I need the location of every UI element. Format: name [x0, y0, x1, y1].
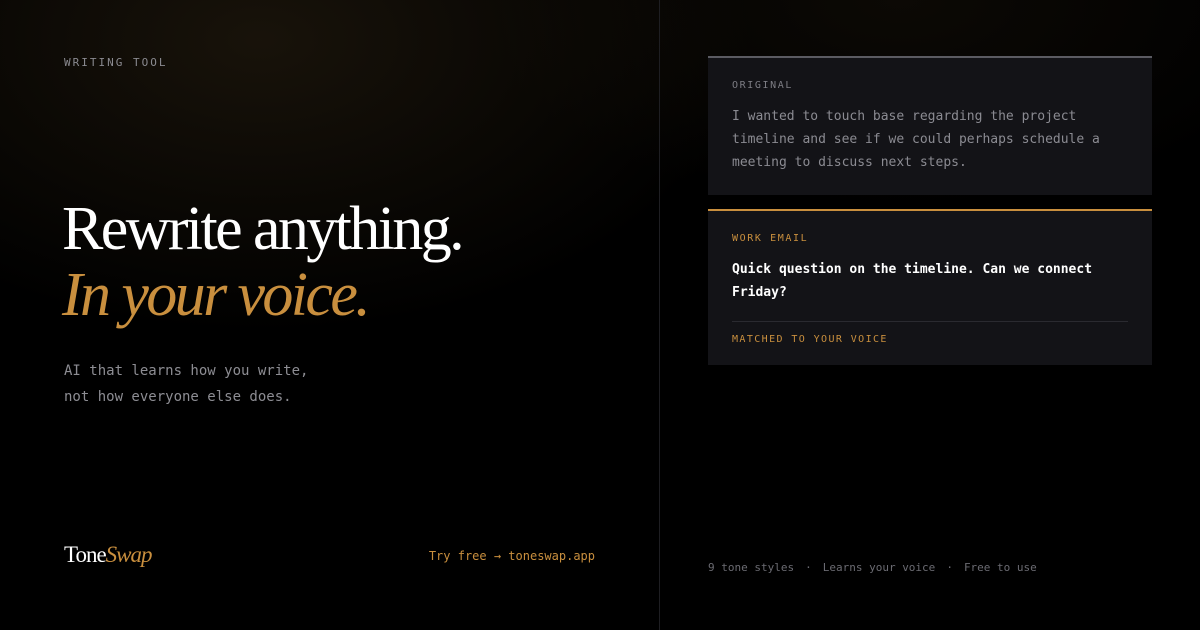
brand-logo[interactable]: ToneSwap	[64, 542, 152, 568]
original-text-card: ORIGINAL I wanted to touch base regardin…	[708, 56, 1152, 195]
feature-separator: ·	[805, 561, 812, 574]
feature-separator: ·	[946, 561, 953, 574]
card-divider	[732, 321, 1128, 322]
original-card-label: ORIGINAL	[732, 80, 793, 91]
try-free-link[interactable]: Try free → toneswap.app	[429, 549, 595, 563]
rewritten-text-card: WORK EMAIL Quick question on the timelin…	[708, 209, 1152, 365]
tone-style-label: WORK EMAIL	[732, 233, 809, 244]
subtitle-line-1: AI that learns how you write,	[64, 363, 309, 379]
rewritten-card-text: Quick question on the timeline. Can we c…	[732, 258, 1128, 304]
original-card-text: I wanted to touch base regarding the pro…	[732, 105, 1128, 174]
vertical-divider	[659, 0, 660, 630]
original-text-line: timeline and see if we could perhaps sch…	[732, 132, 1100, 147]
rewritten-text-line: Quick question on the timeline. Can we c…	[732, 262, 1093, 277]
feature-item: 9 tone styles	[708, 561, 795, 574]
subtitle: AI that learns how you write, not how ev…	[64, 358, 308, 410]
original-text-line: I wanted to touch base regarding the pro…	[732, 109, 1077, 124]
feature-list: 9 tone styles · Learns your voice · Free to …	[708, 561, 1037, 574]
brand-logo-part-1: Tone	[64, 542, 107, 567]
headline-line-2: In your voice.	[62, 261, 371, 329]
og-card-canvas: WRITING TOOL Rewrite anything. In your v…	[0, 0, 1200, 630]
feature-item: Free to use	[963, 561, 1037, 574]
rewritten-text-line: Friday?	[732, 285, 787, 300]
original-text-line: meeting to discuss next steps.	[732, 155, 967, 170]
brand-logo-part-2: Swap	[105, 542, 153, 567]
headline-line-1: Rewrite anything.	[62, 195, 465, 263]
headline: Rewrite anything. In your voice.	[62, 195, 465, 329]
kicker-label: WRITING TOOL	[64, 56, 168, 69]
matched-voice-label: MATCHED TO YOUR VOICE	[732, 334, 888, 345]
feature-item: Learns your voice	[822, 561, 936, 574]
subtitle-line-2: not how everyone else does.	[64, 389, 292, 405]
